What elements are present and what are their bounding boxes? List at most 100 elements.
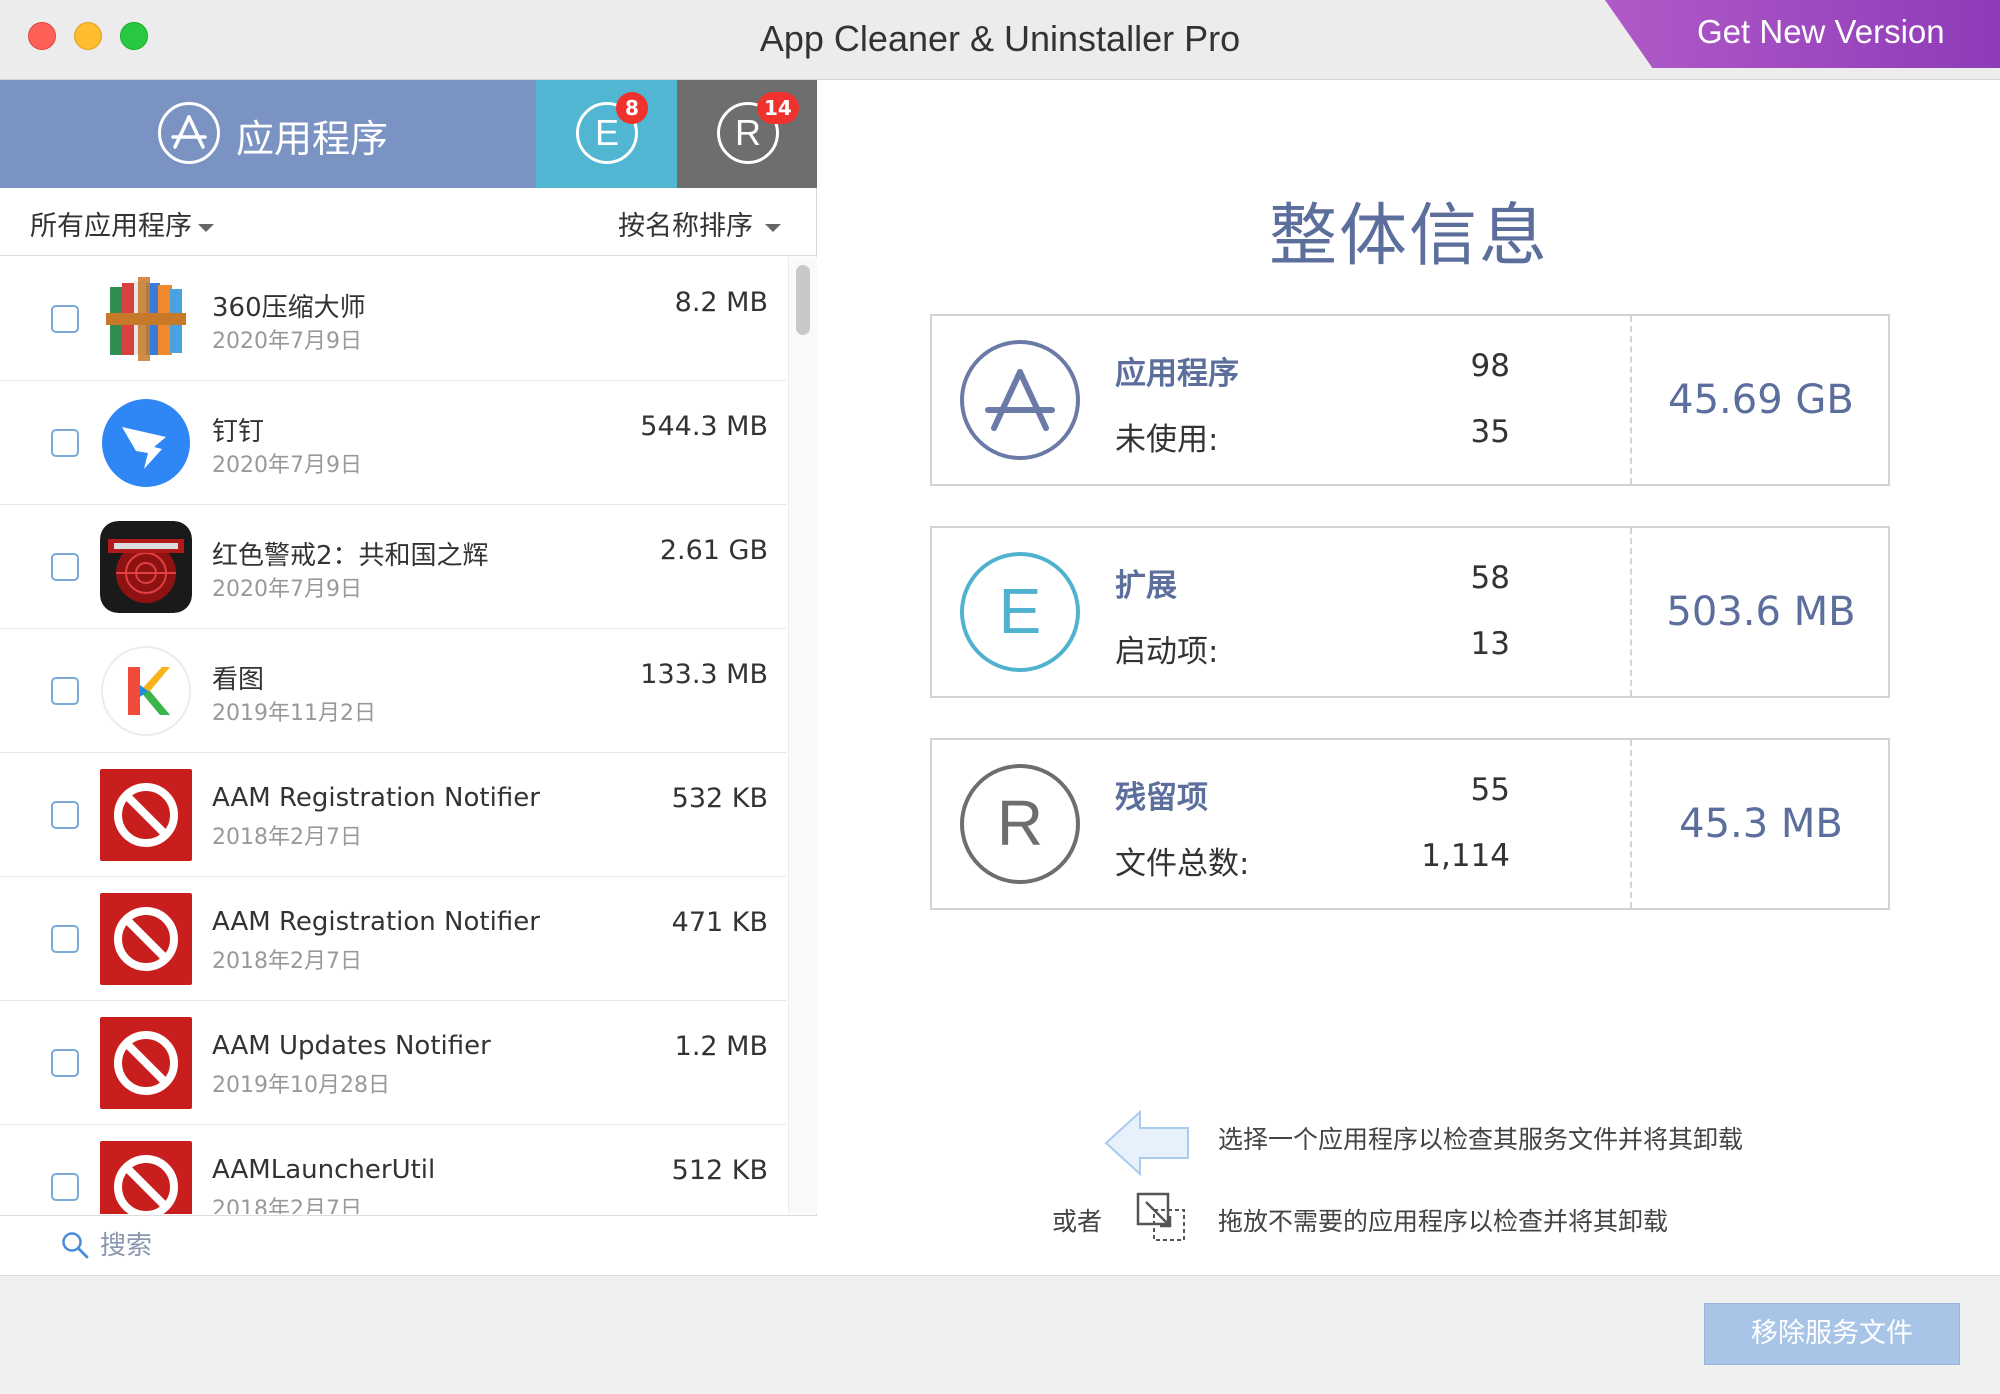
app-size: 544.3 MB [640, 411, 768, 442]
app-date: 2019年11月2日 [212, 701, 376, 726]
app-checkbox[interactable] [51, 305, 79, 333]
tab-extensions[interactable]: E 8 [536, 80, 677, 188]
list-item[interactable]: AAMLauncherUtil 2018年2月7日 512 KB [0, 1125, 786, 1214]
filter-bar: 所有应用程序 按名称排序 [0, 188, 817, 256]
chevron-down-icon [198, 223, 214, 232]
scope-dropdown[interactable]: 所有应用程序 [30, 204, 214, 243]
chevron-down-icon [765, 223, 781, 232]
list-scrollbar[interactable] [788, 257, 817, 1214]
extensions-count-label: 扩展 [1115, 568, 1177, 604]
kantu-icon [100, 645, 192, 737]
app-size: 2.61 GB [659, 535, 768, 566]
app-date: 2018年2月7日 [212, 825, 362, 850]
app-date: 2018年2月7日 [212, 949, 362, 974]
list-item[interactable]: 钉钉 2020年7月9日 544.3 MB [0, 381, 786, 505]
app-checkbox[interactable] [51, 553, 79, 581]
remains-count-value: 55 [1470, 772, 1510, 808]
sort-dropdown-label: 按名称排序 [618, 211, 753, 242]
app-store-icon [158, 102, 220, 164]
extensions-icon: E [960, 552, 1080, 672]
overview-panel: 整体信息 应用程序 98 未使用: 35 45.69 GB E 扩展 58 启动… [818, 80, 2000, 1275]
sort-dropdown[interactable]: 按名称排序 [618, 204, 781, 243]
app-name: 红色警戒2：共和国之辉 [212, 541, 489, 571]
app-name: AAM Registration Notifier [212, 907, 540, 937]
app-size: 8.2 MB [674, 287, 768, 318]
startup-items-value: 13 [1470, 626, 1510, 662]
adobe-prohibited-icon [100, 1017, 192, 1109]
remains-total-size: 45.3 MB [1679, 801, 1843, 847]
app-store-icon [960, 340, 1080, 460]
adobe-prohibited-icon [100, 769, 192, 861]
app-window: App Cleaner & Uninstaller Pro Get New Ve… [0, 0, 2000, 1394]
list-item[interactable]: AAM Registration Notifier 2018年2月7日 532 … [0, 753, 786, 877]
extensions-total-size: 503.6 MB [1666, 589, 1856, 635]
get-new-version-button[interactable]: Get New Version [1605, 0, 2000, 68]
total-files-value: 1,114 [1421, 838, 1510, 874]
app-date: 2020年7月9日 [212, 577, 362, 602]
apps-count-value: 98 [1470, 348, 1510, 384]
list-item[interactable]: 看图 2019年11月2日 133.3 MB [0, 629, 786, 753]
app-size: 471 KB [671, 907, 768, 938]
remains-count-label: 残留项 [1115, 780, 1208, 816]
apps-summary-card: 应用程序 98 未使用: 35 45.69 GB [930, 314, 1890, 486]
app-name: 看图 [212, 665, 265, 695]
tab-applications-label: 应用程序 [236, 117, 389, 161]
remains-badge: 14 [757, 92, 799, 124]
total-files-label: 文件总数: [1115, 846, 1250, 882]
app-checkbox[interactable] [51, 1049, 79, 1077]
remains-icon: R [960, 764, 1080, 884]
scrollbar-thumb[interactable] [796, 265, 810, 335]
title-bar: App Cleaner & Uninstaller Pro Get New Ve… [0, 0, 2000, 80]
app-size: 532 KB [671, 783, 768, 814]
remains-summary-card: R 残留项 55 文件总数: 1,114 45.3 MB [930, 738, 1890, 910]
app-name: 360压缩大师 [212, 293, 366, 323]
app-size: 1.2 MB [674, 1031, 768, 1062]
select-app-hint: 选择一个应用程序以检查其服务文件并将其卸载 [1218, 1125, 1744, 1154]
extensions-count-value: 58 [1470, 560, 1510, 596]
extensions-summary-card: E 扩展 58 启动项: 13 503.6 MB [930, 526, 1890, 698]
list-item[interactable]: AAM Registration Notifier 2018年2月7日 471 … [0, 877, 786, 1001]
app-checkbox[interactable] [51, 429, 79, 457]
drag-app-hint: 拖放不需要的应用程序以检查并将其卸载 [1218, 1207, 1669, 1236]
search-icon [62, 1232, 89, 1259]
app-name: AAM Updates Notifier [212, 1031, 491, 1061]
drag-drop-icon [1136, 1192, 1185, 1241]
search-bar [0, 1215, 817, 1275]
app-date: 2019年10月28日 [212, 1073, 390, 1098]
app-name: AAM Registration Notifier [212, 783, 540, 813]
bottom-toolbar: 移除服务文件 [0, 1275, 2000, 1394]
app-list: 360压缩大师 2020年7月9日 8.2 MB 钉钉 2020年7月9日 54… [0, 257, 817, 1214]
dingtalk-icon [100, 397, 192, 489]
app-size: 512 KB [671, 1155, 768, 1186]
app-size: 133.3 MB [640, 659, 768, 690]
app-date: 2020年7月9日 [212, 453, 362, 478]
overview-title: 整体信息 [1268, 197, 1549, 276]
list-item[interactable]: 红色警戒2：共和国之辉 2020年7月9日 2.61 GB [0, 505, 786, 629]
extensions-badge: 8 [616, 92, 648, 124]
list-item[interactable]: 360压缩大师 2020年7月9日 8.2 MB [0, 257, 786, 381]
unused-value: 35 [1470, 414, 1510, 450]
archive-books-icon [100, 273, 192, 365]
apps-count-label: 应用程序 [1115, 356, 1239, 392]
list-item[interactable]: AAM Updates Notifier 2019年10月28日 1.2 MB [0, 1001, 786, 1125]
startup-items-label: 启动项: [1115, 634, 1219, 670]
unused-label: 未使用: [1115, 422, 1219, 458]
adobe-prohibited-icon [100, 1141, 192, 1214]
tab-remains[interactable]: R 14 [677, 80, 817, 188]
app-checkbox[interactable] [51, 801, 79, 829]
app-date: 2020年7月9日 [212, 329, 362, 354]
remove-service-files-button[interactable]: 移除服务文件 [1704, 1303, 1960, 1365]
search-input[interactable] [100, 1226, 780, 1266]
tab-applications[interactable]: 应用程序 [0, 80, 536, 188]
scope-dropdown-label: 所有应用程序 [30, 211, 192, 242]
app-checkbox[interactable] [51, 677, 79, 705]
app-checkbox[interactable] [51, 1173, 79, 1201]
app-name: 钉钉 [212, 417, 265, 447]
app-date: 2018年2月7日 [212, 1197, 362, 1214]
app-checkbox[interactable] [51, 925, 79, 953]
adobe-prohibited-icon [100, 893, 192, 985]
red-alert-icon [100, 521, 192, 613]
category-tabs: 应用程序 E 8 R 14 [0, 80, 817, 188]
arrow-left-icon [1104, 1110, 1189, 1176]
app-name: AAMLauncherUtil [212, 1155, 436, 1185]
